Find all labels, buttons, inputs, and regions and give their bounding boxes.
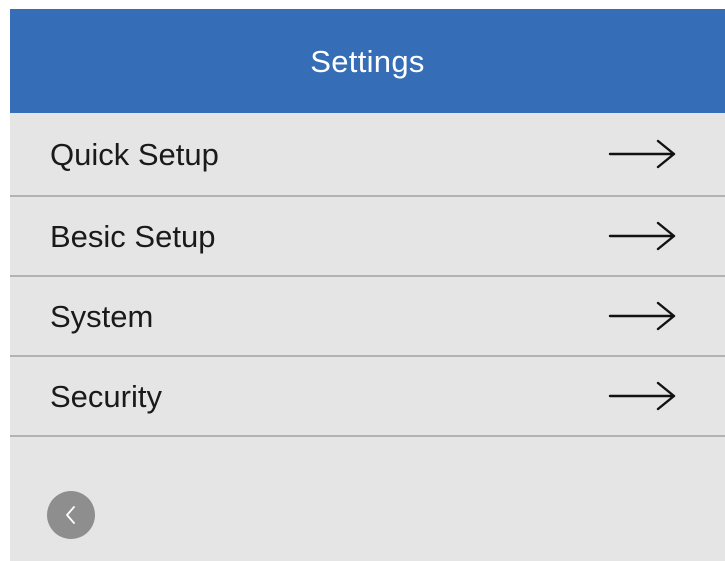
arrow-right-icon: [608, 221, 676, 251]
settings-screen: Settings Quick Setup Besic Setup System …: [10, 9, 725, 561]
menu-item-system[interactable]: System: [10, 277, 725, 357]
chevron-left-icon: [66, 506, 75, 524]
menu-item-basic-setup[interactable]: Besic Setup: [10, 197, 725, 277]
arrow-right-icon: [608, 139, 676, 169]
back-button[interactable]: [47, 491, 95, 539]
menu-item-security[interactable]: Security: [10, 357, 725, 437]
menu-item-label: Security: [50, 378, 162, 414]
menu-item-label: Quick Setup: [50, 136, 219, 172]
menu-item-quick-setup[interactable]: Quick Setup: [10, 113, 725, 197]
page-title: Settings: [310, 43, 425, 79]
menu-item-label: Besic Setup: [50, 218, 216, 254]
menu-item-label: System: [50, 298, 154, 334]
arrow-right-icon: [608, 381, 676, 411]
header-bar: Settings: [10, 9, 725, 113]
settings-menu: Quick Setup Besic Setup System Security: [10, 113, 725, 437]
arrow-right-icon: [608, 301, 676, 331]
